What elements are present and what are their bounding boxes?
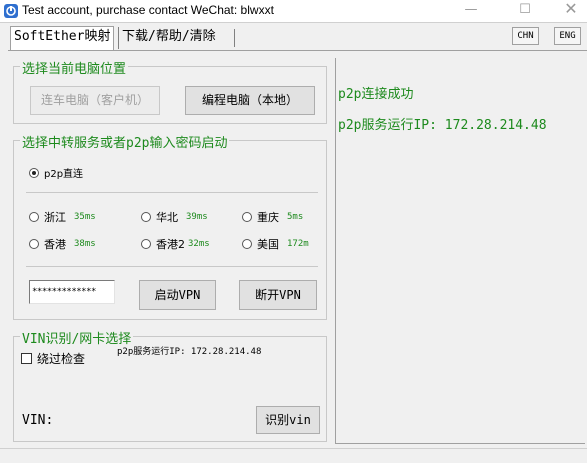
server-name: 重庆 [257, 211, 279, 224]
radio-icon [29, 212, 39, 222]
radio-server-usa[interactable]: 美国 172m [242, 236, 309, 252]
tab-separator [234, 29, 235, 47]
server-ping: 32ms [188, 239, 210, 249]
radio-server-zhejiang[interactable]: 浙江 35ms [29, 209, 96, 225]
radio-icon [242, 239, 252, 249]
radio-server-hongkong2[interactable]: 香港2 32ms [141, 236, 210, 252]
disconnect-vpn-button[interactable]: 断开VPN [239, 280, 317, 310]
server-name: 浙江 [44, 211, 66, 224]
minimize-button[interactable]: — [448, 0, 494, 22]
radio-p2p-direct[interactable]: p2p直连 [29, 165, 83, 180]
separator [26, 266, 318, 267]
app-icon [3, 3, 19, 19]
location-group-label: 选择当前电脑位置 [20, 58, 129, 77]
radio-selected-icon [29, 167, 39, 178]
vin-label: VIN: [22, 413, 54, 428]
radio-icon [242, 212, 252, 222]
server-ping: 35ms [74, 212, 96, 222]
window-title: Test account, purchase contact WeChat: b… [22, 3, 274, 17]
radio-label: p2p直连 [44, 169, 84, 180]
checkbox-icon [21, 353, 32, 364]
separator [26, 192, 318, 193]
tab-strip-line [8, 50, 587, 51]
radio-icon [29, 239, 39, 249]
server-name: 美国 [257, 238, 279, 251]
server-ping: 5ms [287, 212, 304, 222]
start-vpn-button[interactable]: 启动VPN [139, 280, 216, 310]
bottom-border [0, 448, 587, 449]
radio-icon [141, 239, 151, 249]
vin-service-ip-text: p2p服务运行IP: 172.28.214.48 [117, 347, 262, 357]
chn-language-button[interactable]: CHN [512, 27, 539, 45]
password-input[interactable]: ************* [29, 280, 115, 304]
radio-server-chongqing[interactable]: 重庆 5ms [242, 209, 303, 225]
radio-server-huabei[interactable]: 华北 39ms [141, 209, 208, 225]
status-ip-text: p2p服务运行IP: 172.28.214.48 [338, 118, 547, 133]
skip-check-label: 绕过检查 [37, 352, 86, 366]
server-name: 香港 [44, 238, 66, 251]
server-name: 华北 [156, 211, 178, 224]
status-connected-text: p2p连接成功 [338, 87, 414, 102]
programming-computer-button[interactable]: 编程电脑（本地） [185, 86, 315, 115]
mode-group-label: 选择中转服务或者p2p输入密码启动 [20, 132, 230, 151]
eng-language-button[interactable]: ENG [554, 27, 581, 45]
tab-softether[interactable]: SoftEther映射 [10, 26, 115, 50]
maximize-button[interactable]: ☐ [502, 0, 548, 22]
server-name: 香港2 [156, 238, 185, 251]
skip-check-checkbox[interactable]: 绕过检查 [21, 350, 85, 367]
radio-server-hongkong[interactable]: 香港 38ms [29, 236, 96, 252]
identify-vin-button[interactable]: 识别vin [256, 406, 320, 434]
client-computer-button[interactable]: 连车电脑（客户机） [30, 86, 160, 115]
tab-download-help[interactable]: 下载/帮助/清除 [118, 27, 219, 49]
server-ping: 172m [287, 239, 309, 249]
server-ping: 38ms [74, 239, 96, 249]
close-button[interactable]: ✕ [548, 0, 587, 22]
server-ping: 39ms [186, 212, 208, 222]
radio-icon [141, 212, 151, 222]
